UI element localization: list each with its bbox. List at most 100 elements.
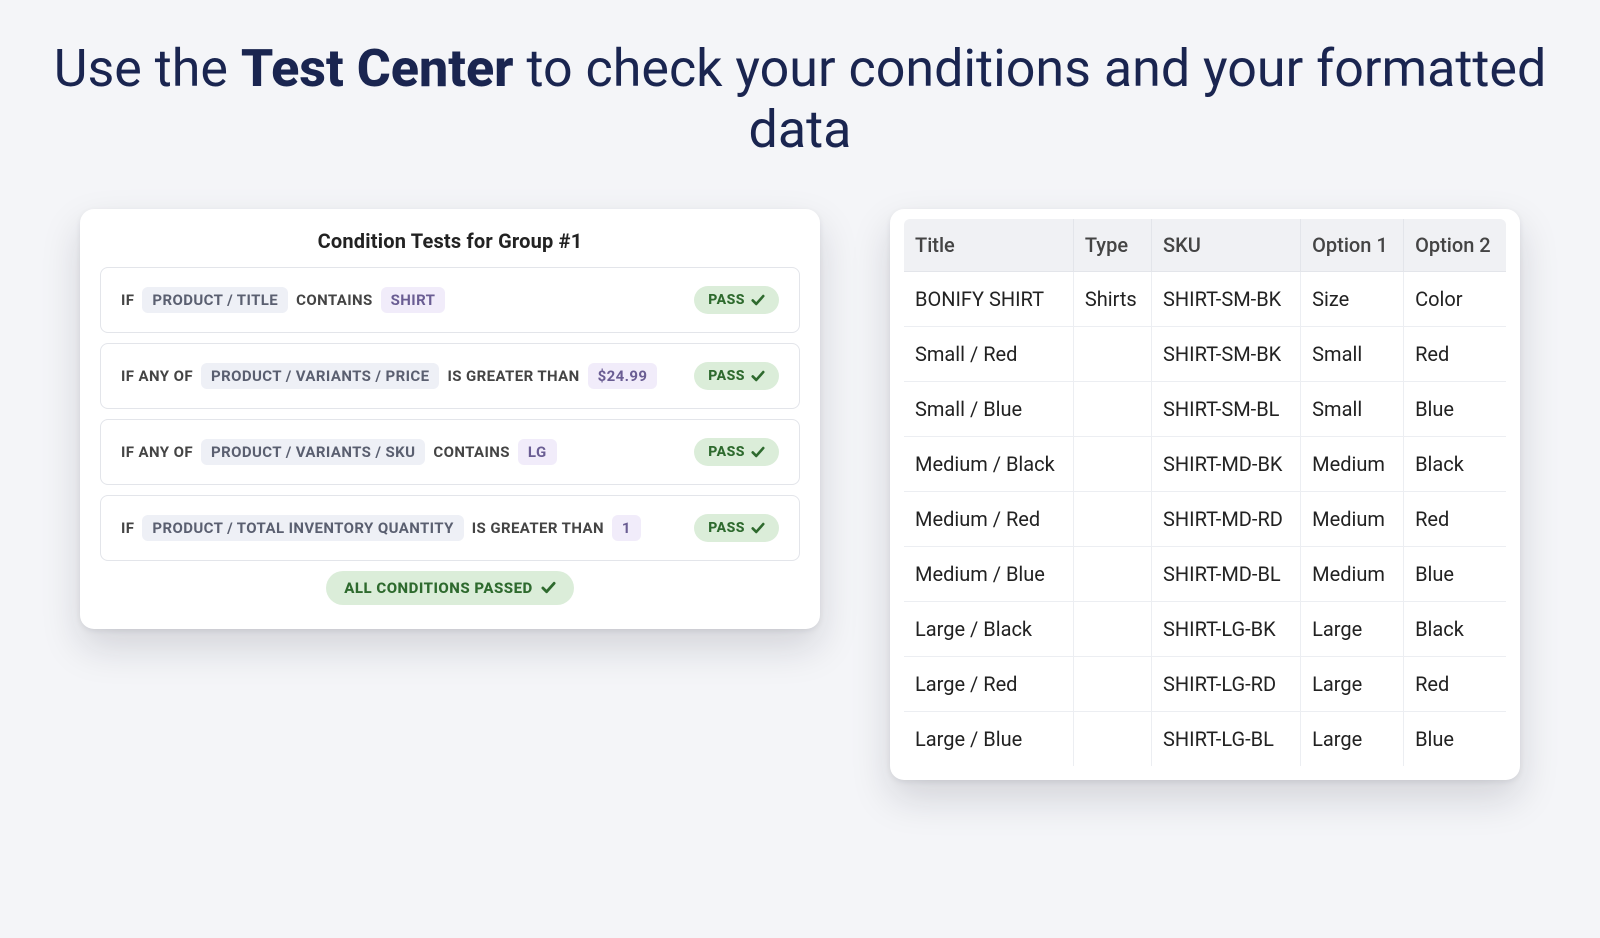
table-header-cell: Option 1	[1301, 219, 1404, 272]
table-header-cell: Option 2	[1404, 219, 1506, 272]
table-cell: Black	[1404, 601, 1506, 656]
condition-value-tag: LG	[518, 439, 557, 465]
conditions-card: Condition Tests for Group #1 IF PRODUCT /…	[80, 209, 820, 629]
condition-row: IF PRODUCT / TOTAL INVENTORY QUANTITY IS G…	[100, 495, 800, 561]
condition-status-badge: PASS	[694, 286, 779, 314]
condition-operator: IS GREATER THAN	[472, 519, 604, 537]
condition-prefix: IF	[121, 291, 134, 309]
table-cell	[1073, 326, 1151, 381]
table-row: Large / RedSHIRT-LG-RDLargeRed	[904, 656, 1506, 711]
table-cell: Large	[1301, 601, 1404, 656]
table-cell: Red	[1404, 491, 1506, 546]
table-row: Large / Blue SHIRT-LG-BLLargeBlue	[904, 711, 1506, 766]
table-cell: Medium	[1301, 436, 1404, 491]
table-cell: Black	[1404, 436, 1506, 491]
table-cell: Red	[1404, 326, 1506, 381]
condition-prefix: IF	[121, 519, 134, 537]
table-cell	[1073, 711, 1151, 766]
table-cell: Size	[1301, 271, 1404, 326]
conditions-summary-badge: ALL CONDITIONS PASSED	[326, 571, 574, 605]
table-cell: Large	[1301, 711, 1404, 766]
table-row: Small / BlueSHIRT-SM-BLSmallBlue	[904, 381, 1506, 436]
table-cell: Medium / Black	[904, 436, 1073, 491]
table-cell: SHIRT-LG-BK	[1152, 601, 1301, 656]
table-cell: SHIRT-SM-BK	[1152, 271, 1301, 326]
table-cell: Color	[1404, 271, 1506, 326]
condition-row: IF ANY OF PRODUCT / VARIANTS / SKU CONTAIN…	[100, 419, 800, 485]
table-cell	[1073, 381, 1151, 436]
condition-status-text: PASS	[708, 520, 745, 536]
table-header-cell: SKU	[1152, 219, 1301, 272]
condition-prefix: IF ANY OF	[121, 443, 193, 461]
condition-field-tag: PRODUCT / VARIANTS / SKU	[201, 439, 425, 465]
condition-prefix: IF ANY OF	[121, 367, 193, 385]
headline: Use the Test Center to check your condit…	[0, 38, 1600, 161]
table-cell: Medium	[1301, 491, 1404, 546]
table-cell: Medium	[1301, 546, 1404, 601]
table-cell	[1073, 601, 1151, 656]
condition-operator: CONTAINS	[433, 443, 510, 461]
condition-status-badge: PASS	[694, 514, 779, 542]
table-cell: SHIRT-SM-BK	[1152, 326, 1301, 381]
table-row: Medium / Blue SHIRT-MD-BLMediumBlue	[904, 546, 1506, 601]
table-header-row: TitleTypeSKUOption 1Option 2	[904, 219, 1506, 272]
table-cell	[1073, 546, 1151, 601]
table-cell: SHIRT-MD-RD	[1152, 491, 1301, 546]
table-cell: Shirts	[1073, 271, 1151, 326]
check-icon	[751, 445, 765, 459]
table-cell	[1073, 491, 1151, 546]
conditions-summary-text: ALL CONDITIONS PASSED	[344, 579, 533, 597]
condition-value-tag: SHIRT	[381, 287, 446, 313]
condition-status-text: PASS	[708, 444, 745, 460]
table-cell: SHIRT-LG-BL	[1152, 711, 1301, 766]
condition-field-tag: PRODUCT / TITLE	[142, 287, 288, 313]
conditions-title: Condition Tests for Group #1	[100, 229, 800, 253]
table-row: Small / RedSHIRT-SM-BKSmallRed	[904, 326, 1506, 381]
table-cell: SHIRT-MD-BL	[1152, 546, 1301, 601]
table-cell: Medium / Red	[904, 491, 1073, 546]
condition-field-tag: PRODUCT / VARIANTS / PRICE	[201, 363, 439, 389]
table-cell	[1073, 436, 1151, 491]
table-cell: SHIRT-LG-RD	[1152, 656, 1301, 711]
table-cell: Medium / Blue	[904, 546, 1073, 601]
table-cell: Blue	[1404, 711, 1506, 766]
condition-field-tag: PRODUCT / TOTAL INVENTORY QUANTITY	[142, 515, 463, 541]
table-row: Medium / Red SHIRT-MD-RDMediumRed	[904, 491, 1506, 546]
table-row: Medium / Black SHIRT-MD-BKMediumBlack	[904, 436, 1506, 491]
data-card: TitleTypeSKUOption 1Option 2 BONIFY SHIR…	[890, 209, 1520, 780]
condition-expression: IF PRODUCT / TITLE CONTAINS SHIRT	[121, 287, 445, 313]
condition-status-text: PASS	[708, 368, 745, 384]
headline-bold: Test Center	[241, 38, 514, 99]
table-cell: Large / Red	[904, 656, 1073, 711]
check-icon	[751, 293, 765, 307]
data-table: TitleTypeSKUOption 1Option 2 BONIFY SHIR…	[904, 219, 1506, 766]
condition-operator: IS GREATER THAN	[447, 367, 579, 385]
table-row: Large / Black SHIRT-LG-BKLargeBlack	[904, 601, 1506, 656]
table-cell: Small	[1301, 326, 1404, 381]
table-cell: SHIRT-MD-BK	[1152, 436, 1301, 491]
condition-value-tag: 1	[612, 515, 641, 541]
condition-expression: IF PRODUCT / TOTAL INVENTORY QUANTITY IS G…	[121, 515, 641, 541]
condition-status-badge: PASS	[694, 362, 779, 390]
table-cell: Blue	[1404, 546, 1506, 601]
condition-status-badge: PASS	[694, 438, 779, 466]
check-icon	[751, 369, 765, 383]
table-cell: Small / Blue	[904, 381, 1073, 436]
condition-expression: IF ANY OF PRODUCT / VARIANTS / SKU CONTAIN…	[121, 439, 557, 465]
table-cell: Blue	[1404, 381, 1506, 436]
headline-pre: Use the	[54, 38, 241, 99]
table-row: BONIFY SHIRTShirtsSHIRT-SM-BKSizeColor	[904, 271, 1506, 326]
table-cell	[1073, 656, 1151, 711]
check-icon	[541, 580, 556, 595]
headline-post: to check your conditions and your format…	[514, 38, 1547, 160]
condition-operator: CONTAINS	[296, 291, 373, 309]
table-header-cell: Title	[904, 219, 1073, 272]
conditions-list: IF PRODUCT / TITLE CONTAINS SHIRT PASS IF ANY…	[100, 267, 800, 561]
condition-value-tag: $24.99	[588, 363, 658, 389]
condition-row: IF PRODUCT / TITLE CONTAINS SHIRT PASS	[100, 267, 800, 333]
table-cell: Large / Blue	[904, 711, 1073, 766]
table-header-cell: Type	[1073, 219, 1151, 272]
table-cell: Large / Black	[904, 601, 1073, 656]
table-cell: BONIFY SHIRT	[904, 271, 1073, 326]
table-cell: Small	[1301, 381, 1404, 436]
